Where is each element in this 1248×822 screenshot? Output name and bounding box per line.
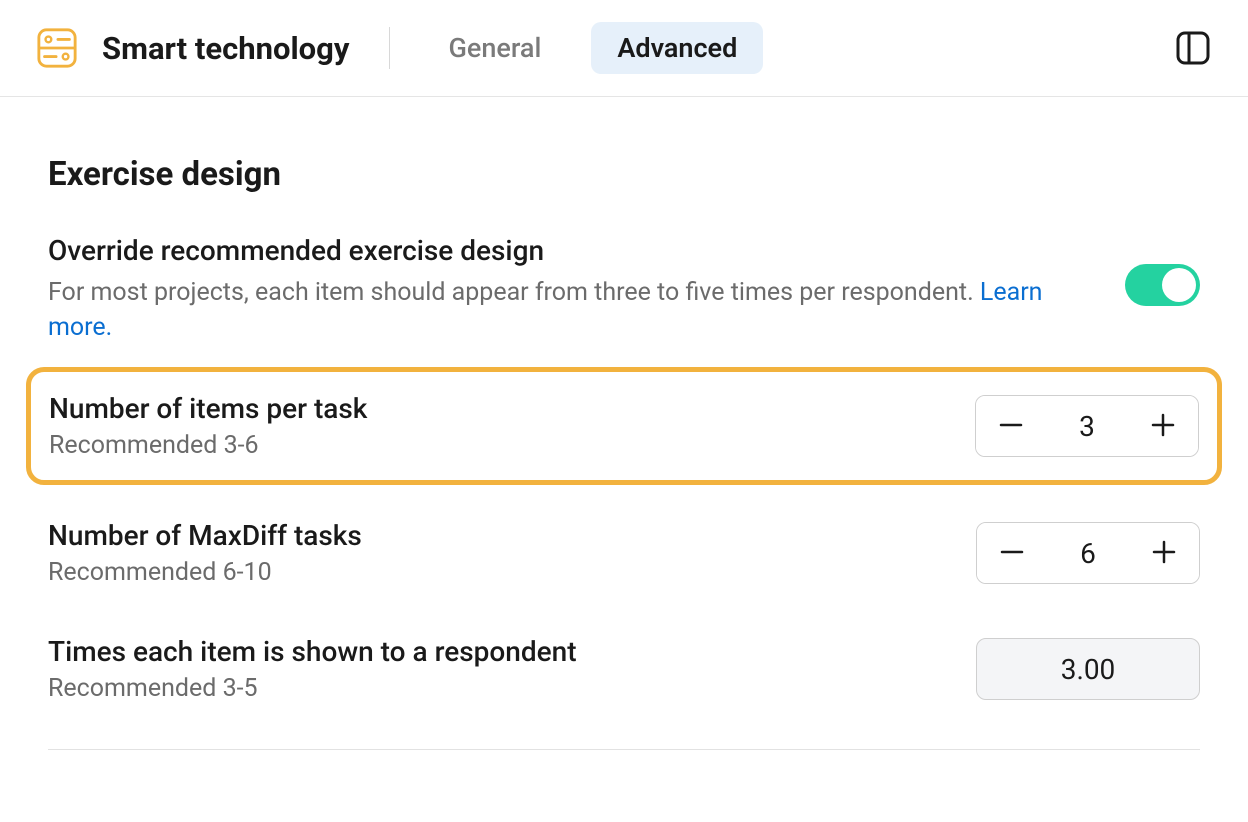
override-description: For most projects, each item should appe… <box>48 275 1048 345</box>
plus-icon <box>1150 412 1176 441</box>
panel-toggle-icon[interactable] <box>1174 29 1212 67</box>
tab-advanced[interactable]: Advanced <box>591 22 763 74</box>
header: Smart technology General Advanced <box>0 0 1248 97</box>
setting-title: Times each item is shown to a respondent <box>48 635 976 668</box>
settings-panel: Smart technology General Advanced Exerci… <box>0 0 1248 822</box>
tabs: General Advanced <box>422 22 763 74</box>
override-toggle[interactable] <box>1125 264 1200 306</box>
stepper-value: 6 <box>1047 537 1129 570</box>
override-text: Override recommended exercise design For… <box>48 234 1125 345</box>
setting-labels: Number of items per task Recommended 3-6 <box>49 392 975 460</box>
minus-icon <box>998 412 1024 441</box>
times-shown-value: 3.00 <box>976 638 1200 700</box>
tab-general[interactable]: General <box>422 22 567 74</box>
setting-items-per-task: Number of items per task Recommended 3-6… <box>49 386 1199 466</box>
stepper-value: 3 <box>1046 410 1128 443</box>
section-divider <box>48 749 1200 750</box>
override-title: Override recommended exercise design <box>48 234 1085 267</box>
increment-button[interactable] <box>1129 523 1199 583</box>
setting-title: Number of MaxDiff tasks <box>48 519 976 552</box>
page-title: Smart technology <box>102 30 349 67</box>
section-title: Exercise design <box>48 155 1200 194</box>
items-per-task-stepper: 3 <box>975 395 1199 457</box>
decrement-button[interactable] <box>976 396 1046 456</box>
setting-labels: Number of MaxDiff tasks Recommended 6-10 <box>48 519 976 587</box>
maxdiff-tasks-stepper: 6 <box>976 522 1200 584</box>
increment-button[interactable] <box>1128 396 1198 456</box>
toggle-knob <box>1162 268 1196 302</box>
setting-title: Number of items per task <box>49 392 975 425</box>
override-row: Override recommended exercise design For… <box>48 234 1200 345</box>
decrement-button[interactable] <box>977 523 1047 583</box>
highlighted-setting: Number of items per task Recommended 3-6… <box>26 367 1222 485</box>
smart-technology-icon <box>36 27 78 69</box>
setting-help: Recommended 3-5 <box>48 674 976 703</box>
override-description-text: For most projects, each item should appe… <box>48 278 980 307</box>
setting-labels: Times each item is shown to a respondent… <box>48 635 976 703</box>
divider-vertical <box>389 27 390 69</box>
setting-help: Recommended 3-6 <box>49 431 975 460</box>
content: Exercise design Override recommended exe… <box>0 97 1248 750</box>
setting-times-shown: Times each item is shown to a respondent… <box>48 629 1200 709</box>
plus-icon <box>1151 539 1177 568</box>
minus-icon <box>999 539 1025 568</box>
setting-maxdiff-tasks: Number of MaxDiff tasks Recommended 6-10… <box>48 513 1200 593</box>
setting-help: Recommended 6-10 <box>48 558 976 587</box>
